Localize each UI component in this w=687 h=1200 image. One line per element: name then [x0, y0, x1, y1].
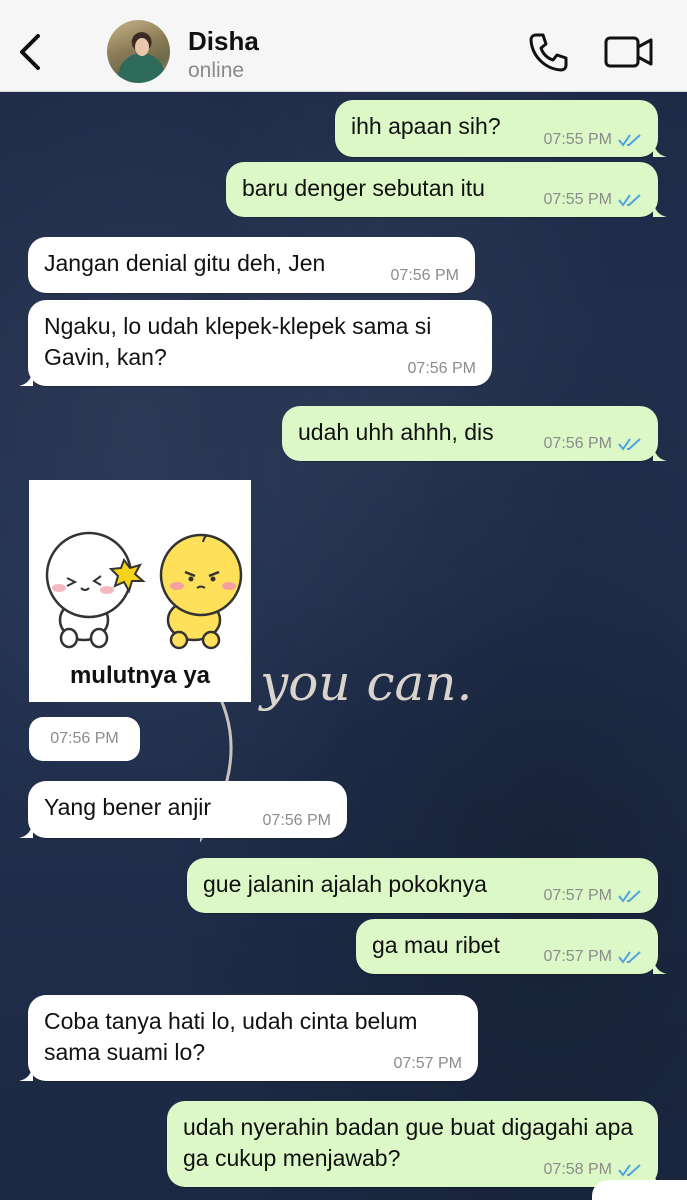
sticker-time: 07:56 PM [29, 717, 140, 761]
message-time: 07:56 PM [390, 267, 459, 284]
video-call-button[interactable] [603, 32, 655, 72]
contact-name[interactable]: Disha [188, 26, 259, 57]
message-bubble-outgoing[interactable]: baru denger sebutan itu 07:55 PM [226, 162, 667, 217]
chevron-left-icon [20, 34, 40, 70]
message-bubble-incoming[interactable]: Yang bener anjir 07:56 PM [19, 781, 347, 838]
message-time: 07:58 PM [543, 1161, 612, 1178]
scroll-down-button[interactable] [592, 1180, 687, 1200]
message-time: 07:55 PM [543, 131, 612, 148]
message-time: 07:56 PM [262, 812, 331, 829]
message-bubble-outgoing[interactable]: ga mau ribet 07:57 PM [356, 919, 667, 974]
double-check-icon [618, 1164, 641, 1177]
message-bubble-outgoing[interactable]: udah nyerahin badan gue buat digagahi ap… [167, 1101, 667, 1187]
sticker-image [45, 531, 243, 650]
avatar[interactable] [107, 20, 170, 83]
sticker-caption: mulutnya ya [69, 662, 211, 689]
double-check-icon [618, 134, 641, 147]
message-time: 07:57 PM [393, 1055, 462, 1072]
double-check-icon [618, 890, 641, 903]
phone-icon [529, 33, 568, 72]
message-time: 07:57 PM [543, 948, 612, 965]
contact-status: online [188, 59, 245, 82]
message-bubble-incoming[interactable]: Ngaku, lo udah klepek-klepek sama si Gav… [19, 300, 492, 386]
chat-header: Disha online [0, 0, 687, 92]
message-time: 07:56 PM [543, 435, 612, 452]
chat-area[interactable]: you can. ihh apaan sih? 07:55 PM baru de… [0, 92, 687, 1200]
message-bubble-outgoing[interactable]: udah uhh ahhh, dis 07:56 PM [282, 406, 667, 461]
message-time: 07:57 PM [543, 887, 612, 904]
message-bubble-outgoing[interactable]: ihh apaan sih? 07:55 PM [335, 100, 667, 157]
message-time: 07:55 PM [543, 191, 612, 208]
message-bubble-incoming[interactable]: Jangan denial gitu deh, Jen 07:56 PM [28, 237, 475, 293]
message-bubble-incoming[interactable]: Coba tanya hati lo, udah cinta belum sam… [19, 995, 478, 1081]
message-time: 07:56 PM [407, 360, 476, 377]
message-bubble-outgoing[interactable]: gue jalanin ajalah pokoknya 07:57 PM [187, 858, 658, 913]
sticker-message[interactable]: mulutnya ya [29, 480, 251, 702]
svg-text:you can.: you can. [258, 654, 472, 712]
double-check-icon [618, 951, 641, 964]
double-check-icon [618, 438, 641, 451]
voice-call-button[interactable] [527, 30, 571, 74]
back-button[interactable] [12, 30, 48, 74]
double-check-icon [618, 194, 641, 207]
video-camera-icon [604, 36, 653, 68]
